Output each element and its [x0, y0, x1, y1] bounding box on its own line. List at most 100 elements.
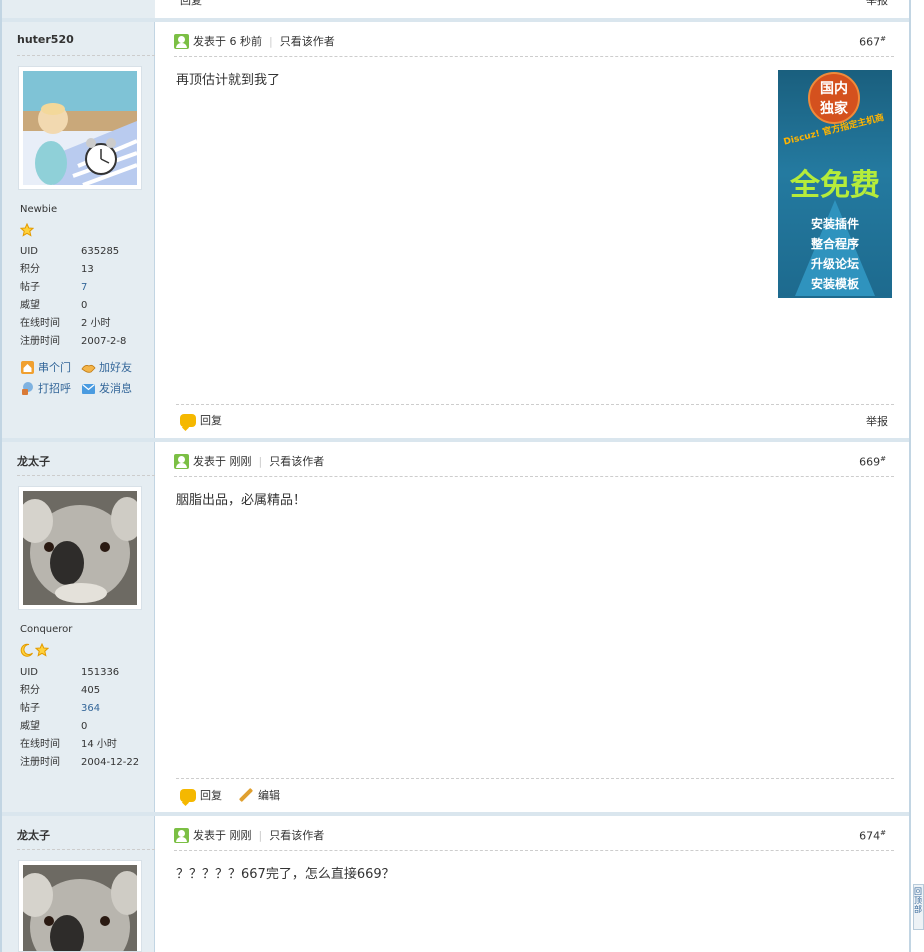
stat-posts-link[interactable]: 364: [81, 700, 100, 718]
stat-label: 积分: [20, 685, 40, 696]
stat-label: 威望: [20, 300, 40, 311]
reply-button[interactable]: 回复: [180, 412, 222, 428]
stat-posts-link[interactable]: 7: [81, 279, 87, 297]
greet-label: 打招呼: [38, 382, 71, 395]
stat-online-time: 在线时间 14 小时: [20, 736, 145, 754]
edit-label: 编辑: [258, 789, 280, 802]
stat-uid: UID 151336: [20, 664, 145, 682]
envelope-icon: [82, 383, 95, 394]
only-author-link[interactable]: 只看该作者: [269, 827, 324, 843]
back-to-top-button[interactable]: 回顶部: [913, 884, 924, 930]
post-content: ？？？？？667完了，怎么直接669？: [176, 867, 395, 882]
online-status-icon: [174, 827, 189, 843]
pencil-icon: [238, 787, 254, 803]
post-667: huter520 Newbie UID 635285 积分 13 帖子 7 威望…: [2, 22, 909, 438]
previous-report-link[interactable]: 举报: [866, 0, 903, 8]
stat-prestige: 威望 0: [20, 297, 145, 315]
sidebar-ad-banner[interactable]: 国内 独家 Discuz! 官方指定主机商 全免费 安装插件 整合程序 升级论坛…: [778, 70, 892, 298]
stat-value: 151336: [81, 667, 120, 678]
floor-number[interactable]: 674#: [859, 829, 886, 843]
post-content: 胭脂出品，必属精品！: [176, 493, 307, 508]
stat-value: 0: [81, 300, 88, 311]
online-status-icon: [174, 33, 189, 49]
avatar[interactable]: [18, 66, 142, 190]
send-message-button[interactable]: 发消息: [81, 380, 132, 396]
avatar-baby-clock-image: [23, 71, 138, 187]
post-time: 发表于 刚刚: [193, 455, 252, 468]
floor-mark: #: [880, 829, 886, 837]
stat-label: 注册时间: [20, 336, 60, 347]
right-border: [909, 0, 911, 952]
visit-home-label: 串个门: [38, 361, 71, 374]
stat-value: 0: [81, 721, 88, 732]
meta-divider: |: [258, 828, 263, 842]
post-time: 发表于 6 秒前: [193, 35, 262, 48]
stat-label: UID: [20, 246, 38, 257]
back-to-top-label: 回顶部: [914, 887, 922, 914]
stat-value: 13: [81, 264, 94, 275]
star-icon: [35, 643, 49, 657]
avatar[interactable]: [17, 486, 143, 610]
author-name[interactable]: huter520: [17, 33, 74, 46]
meta-divider: |: [269, 34, 273, 48]
stat-points: 积分 405: [20, 682, 145, 700]
previous-reply-button[interactable]: 回复: [180, 0, 202, 8]
only-author-link[interactable]: 只看该作者: [269, 453, 324, 469]
floor-mark: #: [880, 455, 886, 463]
ad-feature: 安装插件: [810, 217, 859, 231]
ad-feature-list: 安装插件 整合程序 升级论坛 安装模板: [778, 214, 892, 294]
stat-prestige: 威望 0: [20, 718, 145, 736]
floor-value: 669: [859, 455, 881, 469]
stat-label: 注册时间: [20, 757, 60, 768]
reply-button[interactable]: 回复: [180, 787, 222, 803]
divider: [176, 778, 894, 779]
reply-label: 回复: [200, 789, 222, 802]
stat-label: 在线时间: [20, 318, 60, 329]
author-name[interactable]: 龙太子: [17, 827, 50, 843]
add-friend-button[interactable]: 加好友: [81, 359, 132, 375]
floor-number[interactable]: 667#: [859, 35, 886, 49]
post-main: 发表于 6 秒前 | 只看该作者 667# 再顶估计就到我了 国内 独家 Dis…: [174, 22, 894, 438]
stat-register-time: 注册时间 2007-2-8: [20, 333, 145, 351]
rank-stars: [20, 643, 49, 659]
post-meta: 发表于 刚刚 | 只看该作者: [174, 453, 324, 469]
divider: [17, 475, 155, 476]
divider: [174, 56, 894, 57]
avatar-koala-image: [17, 865, 143, 952]
stat-label: 积分: [20, 264, 40, 275]
ad-circle-line-2: 独家: [820, 101, 848, 117]
post-669: 龙太子 Conqueror UID 151336 积分 405 帖子 364 威望 0: [2, 442, 909, 812]
stat-value: 405: [81, 685, 101, 696]
reply-label: 回复: [200, 414, 222, 427]
post-content: 再顶估计就到我了: [176, 73, 281, 88]
stat-label: 帖子: [20, 282, 40, 293]
stat-points: 积分 13: [20, 261, 145, 279]
visit-home-button[interactable]: 串个门: [20, 359, 71, 375]
floor-number[interactable]: 669#: [859, 455, 886, 469]
greet-button[interactable]: 打招呼: [20, 380, 71, 396]
only-author-link[interactable]: 只看该作者: [280, 33, 335, 49]
floor-mark: #: [880, 35, 886, 43]
post-meta: 发表于 刚刚 | 只看该作者: [174, 827, 324, 843]
ad-circle: 国内 独家: [808, 72, 860, 124]
stat-online-time: 在线时间 2 小时: [20, 315, 145, 333]
thread-page: 回复 举报 huter520 Newbie UID 635285 积分 13 帖…: [0, 0, 924, 952]
user-stats: UID 151336 积分 405 帖子 364 威望 0 在线时间 14 小时 注册时间…: [20, 664, 145, 772]
floor-value: 667: [859, 35, 881, 49]
post-meta: 发表于 6 秒前 | 只看该作者: [174, 33, 335, 49]
report-link[interactable]: 举报: [866, 413, 888, 429]
ad-headline: 全免费: [790, 168, 880, 203]
ad-feature: 升级论坛: [810, 257, 859, 271]
stat-value: 14 小时: [81, 739, 117, 750]
avatar[interactable]: [17, 860, 143, 952]
online-status-icon: [174, 453, 189, 469]
avatar-koala-image: [17, 491, 143, 605]
user-stats: UID 635285 积分 13 帖子 7 威望 0 在线时间 2 小时 注册时间 2007…: [20, 243, 145, 351]
home-icon: [21, 360, 34, 374]
divider: [17, 55, 155, 56]
reply-icon: [180, 413, 196, 427]
floor-value: 674: [859, 829, 881, 843]
author-name[interactable]: 龙太子: [17, 453, 50, 469]
star-icon: [20, 223, 34, 237]
edit-button[interactable]: 编辑: [238, 787, 280, 803]
